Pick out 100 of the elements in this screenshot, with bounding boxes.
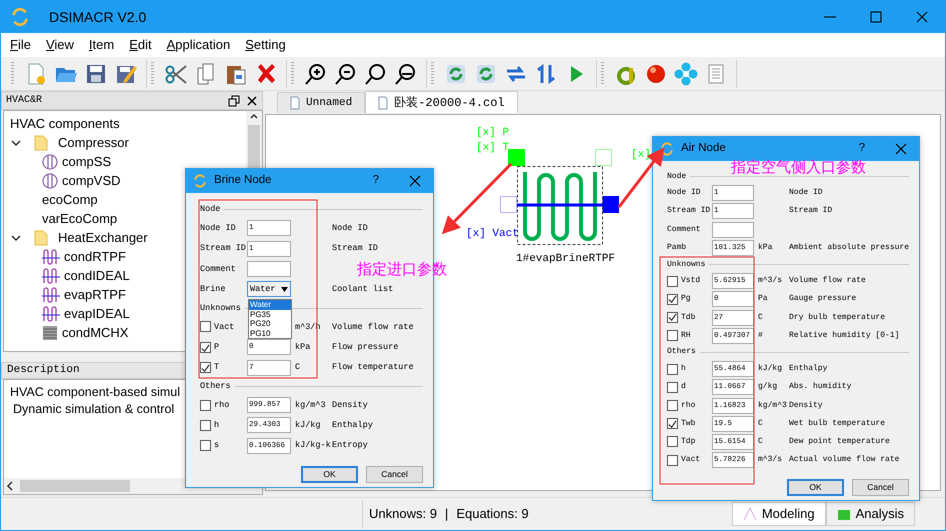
tree-item[interactable]: condRTPF — [64, 246, 126, 266]
coil-icon — [42, 248, 60, 264]
field-description: Enthalpy — [789, 363, 828, 376]
help-button[interactable]: ? — [372, 172, 379, 190]
unit-text: Pa — [757, 293, 769, 306]
unit-text: # — [757, 330, 764, 342]
document-tab[interactable]: Unnamed — [277, 92, 366, 113]
dropdown-option[interactable]: PG35 — [249, 310, 291, 319]
field-description: Stream ID — [789, 205, 834, 218]
panel-title: Description — [7, 363, 80, 378]
caret-icon — [281, 286, 288, 292]
menu-item[interactable]: Item — [88, 35, 114, 55]
port-node[interactable] — [602, 196, 619, 213]
field-description: Density — [789, 400, 824, 412]
close-icon[interactable] — [914, 9, 930, 25]
checkbox[interactable] — [200, 362, 211, 374]
swap-vertical-icon[interactable] — [534, 62, 558, 86]
dialog-title: Brine Node — [214, 173, 272, 188]
tree-item[interactable]: evapIDEAL — [64, 304, 130, 324]
close-icon[interactable] — [409, 175, 421, 187]
checkbox[interactable] — [200, 420, 211, 431]
scrollbar-thumb[interactable] — [20, 480, 130, 492]
checkbox[interactable] — [667, 364, 678, 375]
cancel-button[interactable]: Cancel — [366, 466, 423, 483]
port-node[interactable] — [500, 196, 517, 213]
menu-item[interactable]: View — [46, 35, 74, 55]
unit-text: kPa — [294, 340, 312, 354]
tree-item[interactable]: condMCHX — [62, 322, 128, 342]
checkbox[interactable] — [667, 312, 678, 324]
dropdown-option[interactable]: PG20 — [249, 319, 291, 328]
checkbox[interactable] — [667, 400, 678, 412]
tree-item[interactable]: Compressor — [58, 132, 129, 152]
checkbox[interactable] — [667, 294, 678, 305]
port-label: [x] T — [476, 142, 510, 155]
dropdown[interactable]: Water — [247, 281, 291, 298]
value-field[interactable] — [712, 222, 754, 238]
menu-item[interactable]: Application — [166, 35, 230, 55]
arrow — [618, 147, 665, 208]
file-icon — [378, 96, 388, 110]
tree-item[interactable]: varEcoComp — [42, 208, 118, 228]
evaporator-drawing[interactable] — [517, 166, 603, 245]
cancel-button[interactable]: Cancel — [852, 479, 909, 496]
field-label: Node ID — [200, 222, 237, 235]
menu-item[interactable]: Edit — [129, 35, 152, 55]
tree-item[interactable]: condIDEAL — [64, 266, 130, 286]
zoom-out-icon[interactable] — [334, 62, 358, 86]
checkbox[interactable] — [667, 436, 678, 448]
field-description: Stream ID — [332, 242, 379, 256]
checkbox[interactable] — [667, 418, 678, 430]
checkbox[interactable] — [200, 440, 211, 452]
view-tab[interactable]: Analysis — [826, 502, 915, 526]
dropdown-list[interactable]: Water PG35 PG20 PG10 — [248, 299, 292, 339]
menu-item[interactable]: File — [10, 35, 31, 55]
unit-text: kPa — [757, 242, 774, 254]
view-tab[interactable]: Modeling — [732, 502, 826, 526]
checkbox[interactable] — [200, 321, 211, 332]
field-label: Tdb — [681, 312, 696, 324]
ok-button[interactable]: OK — [787, 479, 844, 496]
dropdown-option[interactable]: PG10 — [249, 328, 291, 338]
window-title: DSIMACR V2.0 — [49, 8, 146, 26]
checkbox[interactable] — [200, 400, 211, 411]
float-icon[interactable] — [228, 94, 240, 106]
checkbox[interactable] — [667, 276, 678, 287]
tree-item[interactable]: compSS — [62, 152, 112, 172]
unit-text: g/kg — [757, 381, 778, 394]
help-button[interactable]: ? — [858, 140, 865, 158]
close-icon[interactable] — [895, 143, 907, 155]
port-label: [x] P — [476, 127, 510, 140]
checkbox[interactable] — [200, 342, 211, 353]
document-tab[interactable]: 卧装-20000-4.col — [365, 91, 518, 113]
ok-button[interactable]: OK — [301, 466, 358, 483]
tree-item[interactable]: compVSD — [62, 170, 121, 190]
unit-text: C — [294, 361, 302, 374]
dropdown-option[interactable]: Water — [249, 300, 291, 310]
checkbox[interactable] — [667, 454, 678, 466]
field-label: rho — [214, 398, 230, 412]
checkbox[interactable] — [667, 330, 678, 342]
tree-item[interactable]: HeatExchanger — [58, 228, 148, 248]
field-label: Node ID — [667, 187, 702, 200]
field-label: h — [214, 419, 220, 432]
close-icon[interactable] — [246, 94, 258, 106]
maximize-icon[interactable] — [868, 9, 884, 25]
field-description: Wet bulb temperature — [789, 418, 886, 430]
unit-text: C — [757, 418, 764, 430]
checkbox[interactable] — [667, 382, 678, 393]
unit-text: m^3/s — [757, 275, 784, 288]
field-description: Volume flow rate — [789, 275, 867, 288]
zoom-fit-icon[interactable] — [394, 62, 418, 86]
menu-item[interactable]: Setting — [245, 35, 286, 55]
zoom-icon[interactable] — [364, 62, 388, 86]
tree-root[interactable]: HVAC components — [10, 114, 120, 134]
tree-item[interactable]: evapRTPF — [64, 284, 126, 304]
coil-icon — [42, 286, 60, 302]
field-label: RH — [681, 330, 691, 342]
heat-exchanger-icon — [42, 324, 58, 340]
value-field[interactable] — [247, 261, 291, 278]
scroll-up-icon[interactable] — [249, 111, 259, 121]
tree-item[interactable]: ecoComp — [42, 190, 98, 210]
zoom-in-icon[interactable] — [304, 62, 328, 86]
field-label: Vstd — [681, 275, 700, 288]
